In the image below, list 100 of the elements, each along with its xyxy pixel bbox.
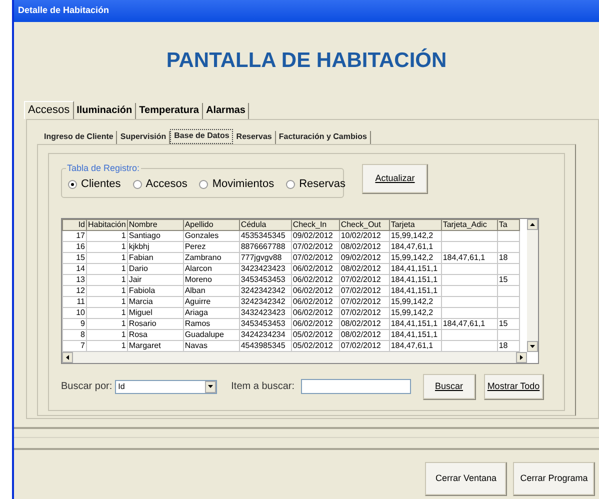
table-cell: Alarcon <box>183 263 240 274</box>
tab[interactable]: Accesos <box>24 100 74 118</box>
tab[interactable]: Temperatura <box>136 102 203 118</box>
footer-button[interactable]: Cerrar Programa <box>513 462 595 496</box>
tab[interactable]: Ingreso de Cliente <box>41 130 118 144</box>
table-cell: 1 <box>86 263 128 274</box>
table-cell: Margaret <box>127 340 184 351</box>
vertical-scrollbar[interactable] <box>527 218 538 352</box>
page-heading: PANTALLA DE HABITACIÓN <box>166 47 447 74</box>
table-cell: 06/02/2012 <box>291 274 340 285</box>
column-header[interactable]: Nombre <box>127 219 184 230</box>
table-cell: 8876667788 <box>239 241 292 252</box>
table-cell: 184,41,151,1 <box>389 274 442 285</box>
item-label: Item a buscar: <box>231 380 294 394</box>
tab[interactable]: Alarmas <box>202 102 250 118</box>
column-header[interactable]: Check_In <box>291 219 340 230</box>
show-all-button[interactable]: Mostrar Todo <box>484 374 544 400</box>
table-cell: 1 <box>86 241 128 252</box>
table-cell: 10/02/2012 <box>339 230 390 241</box>
table-cell: Navas <box>183 340 240 351</box>
table-cell: 08/02/2012 <box>339 329 390 340</box>
table-cell: 184,47,61,1 <box>389 340 442 351</box>
column-header[interactable]: Apellido <box>183 219 240 230</box>
column-header[interactable]: Ta <box>497 219 520 230</box>
table-cell: Ramos <box>183 318 240 329</box>
table-cell: 07/02/2012 <box>291 241 340 252</box>
group-label: Tabla de Registro: <box>66 162 141 175</box>
scroll-down-icon[interactable] <box>527 340 538 352</box>
table-cell: 06/02/2012 <box>291 263 340 274</box>
table-cell: 14 <box>62 263 86 274</box>
scroll-up-icon[interactable] <box>527 218 538 230</box>
column-header[interactable]: Check_Out <box>339 219 390 230</box>
column-header[interactable]: Habitación <box>86 219 128 230</box>
table-cell: 07/02/2012 <box>339 285 390 296</box>
table-cell: 3453453453 <box>239 318 292 329</box>
table-cell: 15 <box>497 274 520 285</box>
table-cell: 07/02/2012 <box>339 274 390 285</box>
column-header[interactable]: Tarjeta <box>389 219 442 230</box>
table-cell: 10 <box>62 307 86 318</box>
scroll-left-icon[interactable] <box>62 352 73 362</box>
table-cell: 05/02/2012 <box>291 340 340 351</box>
table-cell: 184,41,151,1 <box>389 263 442 274</box>
table-cell: 1 <box>86 274 128 285</box>
column-header[interactable]: Tarjeta_Adic <box>441 219 498 230</box>
table-cell: Rosario <box>127 318 184 329</box>
column-header[interactable]: Id <box>62 219 86 230</box>
tab[interactable]: Iluminación <box>74 102 136 118</box>
table-cell: 7 <box>62 340 86 351</box>
table-cell: 05/02/2012 <box>291 329 340 340</box>
table-cell: 06/02/2012 <box>291 285 340 296</box>
tab[interactable]: Reservas <box>233 130 276 144</box>
table-cell: Guadalupe <box>183 329 240 340</box>
table-cell: 06/02/2012 <box>291 307 340 318</box>
tab[interactable]: Base de Datos <box>170 128 234 144</box>
search-by-label: Buscar por: <box>61 380 112 394</box>
radio-option[interactable]: Movimientos <box>199 172 274 193</box>
search-by-dropdown[interactable]: Id <box>115 380 218 394</box>
table-cell: 09/02/2012 <box>291 230 340 241</box>
table-cell: 1 <box>86 252 128 263</box>
table-cell: 06/02/2012 <box>291 318 340 329</box>
table-cell: 17 <box>62 230 86 241</box>
table-cell: 12 <box>62 285 86 296</box>
table-cell: Fabian <box>127 252 184 263</box>
table-cell: Jair <box>127 274 184 285</box>
scroll-right-icon[interactable] <box>516 352 527 362</box>
table-cell: Marcia <box>127 296 184 307</box>
table-cell: Miguel <box>127 307 184 318</box>
table-cell: 07/02/2012 <box>339 296 390 307</box>
column-header[interactable]: Cédula <box>239 219 292 230</box>
table-cell: 4535345345 <box>239 230 292 241</box>
table-cell: 1 <box>86 230 128 241</box>
table-cell: 1 <box>86 340 128 351</box>
table-cell: 15,99,142,2 <box>389 252 442 263</box>
search-button[interactable]: Buscar <box>422 374 476 400</box>
table-cell: 3453453453 <box>239 274 292 285</box>
footer-button[interactable]: Cerrar Ventana <box>425 462 507 496</box>
refresh-button[interactable]: Actualizar <box>362 164 428 194</box>
table-cell: 08/02/2012 <box>339 263 390 274</box>
table-cell: 3242342342 <box>239 296 292 307</box>
tab[interactable]: Facturación y Cambios <box>276 130 371 144</box>
radio-option[interactable]: Accesos <box>132 172 188 193</box>
radio-option[interactable]: Reservas <box>286 172 346 193</box>
table-cell: 184,47,61,1 <box>441 318 498 329</box>
table-cell: 08/02/2012 <box>339 241 390 252</box>
table-cell: 07/02/2012 <box>339 307 390 318</box>
table-cell: Rosa <box>127 329 184 340</box>
table-cell: 13 <box>62 274 86 285</box>
table-cell: 1 <box>86 307 128 318</box>
table-cell: 1 <box>86 329 128 340</box>
radio-option[interactable]: Clientes <box>68 172 121 193</box>
table-cell: 9 <box>62 318 86 329</box>
table-cell: Aguirre <box>183 296 240 307</box>
search-input-field[interactable] <box>300 379 410 394</box>
table-cell: 184,47,61,1 <box>441 252 498 263</box>
table-cell: 1 <box>86 285 128 296</box>
tab[interactable]: Supervisión <box>117 130 170 144</box>
table-cell: 4543985345 <box>239 340 292 351</box>
table-cell: 184,41,151,1 <box>389 285 442 296</box>
table-cell: 06/02/2012 <box>291 296 340 307</box>
table-cell: Ariaga <box>183 307 240 318</box>
